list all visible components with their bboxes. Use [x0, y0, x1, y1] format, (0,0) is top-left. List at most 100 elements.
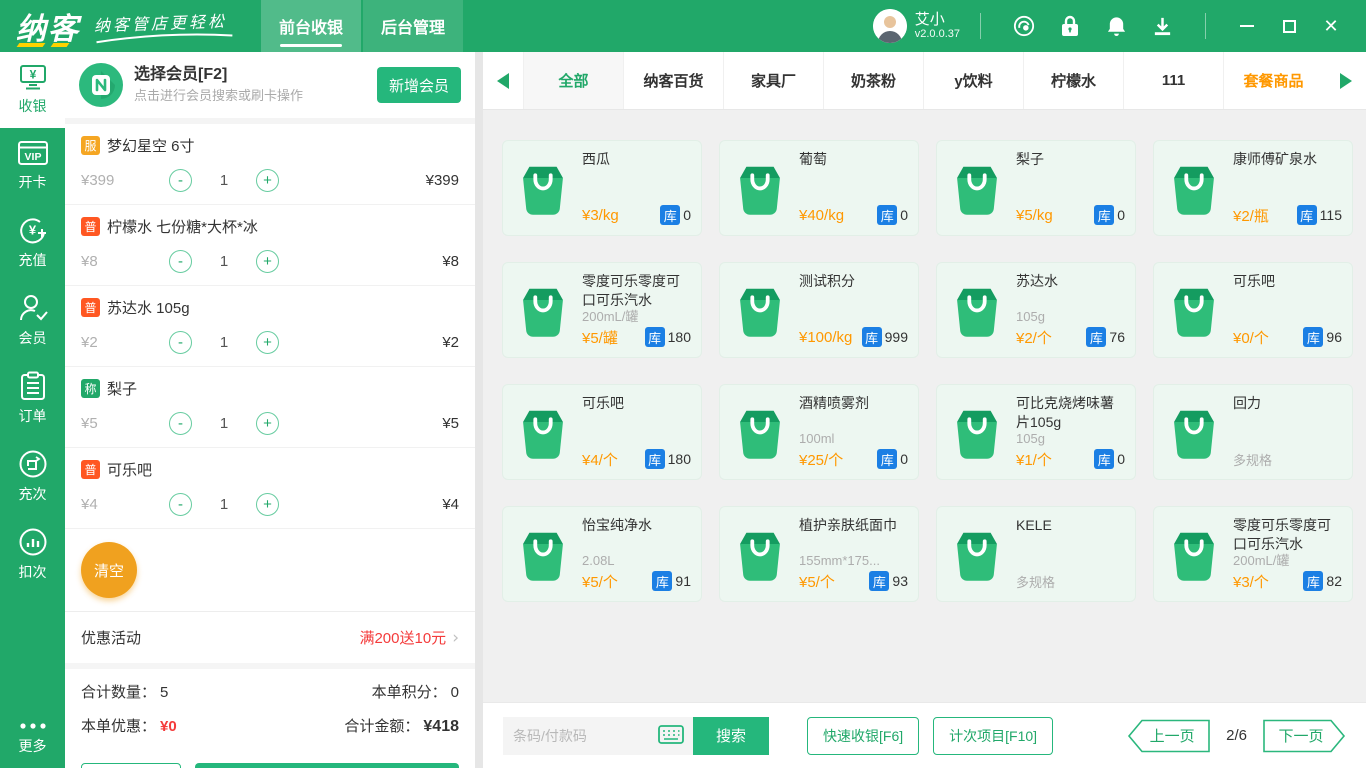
- sidebar-item-label: 会员: [19, 328, 47, 348]
- mode-tabs: 前台收银 后台管理: [261, 0, 465, 52]
- stock-badge-icon: 库: [1297, 205, 1317, 225]
- shopping-bag-icon: [1165, 525, 1223, 583]
- keyboard-icon[interactable]: [658, 725, 684, 747]
- shopping-bag-icon: [948, 525, 1006, 583]
- category-tab[interactable]: 家具厂: [723, 52, 823, 109]
- product-card[interactable]: 苏达水 105g ¥2/个 库 76: [936, 262, 1136, 358]
- qty-plus-button[interactable]: +: [256, 250, 279, 273]
- sidebar-item-recharge[interactable]: ¥ 充值: [0, 204, 65, 282]
- member-select-bar[interactable]: 选择会员[F2] 点击进行会员搜索或刷卡操作 新增会员: [65, 52, 475, 118]
- product-price: ¥25/个: [799, 449, 843, 470]
- category-tab[interactable]: 纳客百货: [623, 52, 723, 109]
- qty-minus-button[interactable]: -: [169, 331, 192, 354]
- category-tab[interactable]: 柠檬水: [1023, 52, 1123, 109]
- qty-plus-button[interactable]: +: [256, 493, 279, 516]
- sidebar-item-open-card[interactable]: VIP 开卡: [0, 128, 65, 204]
- clear-cart-button[interactable]: 清空: [81, 542, 137, 598]
- product-card[interactable]: 可比克烧烤味薯片105g 105g ¥1/个 库 0: [936, 384, 1136, 480]
- stock-count: 115: [1320, 207, 1342, 223]
- product-card[interactable]: 回力 多规格 库: [1153, 384, 1353, 480]
- product-card[interactable]: KELE 多规格 库: [936, 506, 1136, 602]
- product-info: 苏达水 105g ¥2/个 库 76: [1016, 263, 1125, 357]
- close-button[interactable]: ✕: [1318, 13, 1344, 39]
- product-name: 测试积分: [799, 272, 908, 291]
- sidebar-item-cashier[interactable]: ¥ 收银: [0, 52, 65, 128]
- category-tab[interactable]: 奶茶粉: [823, 52, 923, 109]
- product-card[interactable]: 测试积分 ¥100/kg 库 999: [719, 262, 919, 358]
- sidebar-item-member[interactable]: 会员: [0, 282, 65, 360]
- sidebar-item-deduct-times[interactable]: 更多 扣次: [0, 516, 65, 594]
- bell-icon[interactable]: [1105, 15, 1127, 37]
- product-card[interactable]: 零度可乐零度可口可乐汽水 200mL/罐 ¥5/罐 库 180: [502, 262, 702, 358]
- product-card[interactable]: 酒精喷雾剂 100ml ¥25/个 库 0: [719, 384, 919, 480]
- shopping-bag-icon: [1165, 159, 1223, 217]
- avatar[interactable]: [873, 9, 907, 43]
- triangle-right-icon: [1339, 72, 1353, 90]
- sidebar-item-label: 订单: [19, 406, 47, 426]
- product-card[interactable]: 西瓜 ¥3/kg 库 0: [502, 140, 702, 236]
- product-stock: 库 999: [862, 327, 908, 347]
- minimize-button[interactable]: [1234, 13, 1260, 39]
- stock-count: 0: [683, 207, 691, 223]
- download-icon[interactable]: [1151, 15, 1173, 37]
- maximize-button[interactable]: [1276, 13, 1302, 39]
- next-page-button[interactable]: 下一页: [1262, 718, 1346, 754]
- product-card[interactable]: 可乐吧 ¥4/个 库 180: [502, 384, 702, 480]
- search-button[interactable]: 搜索: [693, 717, 769, 755]
- product-spec: 105g: [1016, 430, 1125, 448]
- category-scroll-left-button[interactable]: [483, 52, 523, 109]
- category-tab-combo[interactable]: 套餐商品: [1223, 52, 1323, 109]
- item-price: ¥8: [81, 253, 169, 270]
- product-price: ¥4/个: [582, 449, 618, 470]
- product-name: 康师傅矿泉水: [1233, 150, 1342, 169]
- app-slogan: 纳客管店更轻松: [93, 8, 227, 45]
- tab-front-cashier[interactable]: 前台收银: [261, 0, 361, 52]
- tab-back-management[interactable]: 后台管理: [363, 0, 463, 52]
- qty-minus-button[interactable]: -: [169, 169, 192, 192]
- qty-plus-button[interactable]: +: [256, 169, 279, 192]
- stock-count: 180: [668, 451, 691, 467]
- count-items-button[interactable]: 计次项目[F10]: [933, 717, 1053, 755]
- product-card[interactable]: 怡宝纯净水 2.08L ¥5/个 库 91: [502, 506, 702, 602]
- sidebar-item-refill-times[interactable]: 充次: [0, 438, 65, 516]
- prev-page-button[interactable]: 上一页: [1127, 718, 1211, 754]
- qty-plus-button[interactable]: +: [256, 412, 279, 435]
- category-tab[interactable]: y饮料: [923, 52, 1023, 109]
- category-tab[interactable]: 111: [1123, 52, 1223, 109]
- product-info: KELE 多规格 库: [1016, 507, 1125, 601]
- quick-cashier-button[interactable]: 快速收银[F6]: [807, 717, 919, 755]
- stock-count: 0: [900, 451, 908, 467]
- product-card[interactable]: 可乐吧 ¥0/个 库 96: [1153, 262, 1353, 358]
- qty-minus-button[interactable]: -: [169, 250, 192, 273]
- hold-order-button[interactable]: 挂单[F7]: [81, 763, 181, 768]
- product-price: ¥1/个: [1016, 449, 1052, 470]
- cart-item-list: 服 梦幻星空 6寸 ¥399 - 1 + ¥399 普 柠檬水 七份糖*大杯*冰…: [65, 124, 475, 529]
- product-name: 梨子: [1016, 150, 1125, 169]
- product-name: KELE: [1016, 516, 1125, 535]
- pagination: 上一页 2/6 下一页: [1127, 718, 1346, 754]
- product-card[interactable]: 零度可乐零度可口可乐汽水 200mL/罐 ¥3/个 库 82: [1153, 506, 1353, 602]
- pay-button[interactable]: 实收[F5]： ¥418: [195, 763, 459, 768]
- category-scroll-right-button[interactable]: [1326, 52, 1366, 109]
- product-card[interactable]: 葡萄 ¥40/kg 库 0: [719, 140, 919, 236]
- product-spec: 100ml: [799, 430, 908, 448]
- qty-plus-button[interactable]: +: [256, 331, 279, 354]
- product-name: 可乐吧: [1233, 272, 1342, 291]
- support-icon[interactable]: [1013, 15, 1035, 37]
- order-summary: 合计数量： 5 本单积分： 0 本单优惠： ¥0 合计金额： ¥418: [65, 663, 475, 755]
- barcode-search-input[interactable]: [513, 728, 654, 744]
- product-card[interactable]: 梨子 ¥5/kg 库 0: [936, 140, 1136, 236]
- app-version: v2.0.0.37: [915, 28, 960, 41]
- promo-row[interactable]: 优惠活动 满200送10元 ›: [65, 611, 475, 663]
- product-card[interactable]: 康师傅矿泉水 ¥2/瓶 库 115: [1153, 140, 1353, 236]
- product-info: 西瓜 ¥3/kg 库 0: [582, 141, 691, 235]
- category-tab-all[interactable]: 全部: [523, 52, 623, 109]
- sidebar-item-orders[interactable]: 订单: [0, 360, 65, 438]
- sidebar-item-more[interactable]: 更多: [0, 710, 65, 768]
- product-card[interactable]: 植护亲肤纸面巾 155mm*175... ¥5/个 库 93: [719, 506, 919, 602]
- lock-icon[interactable]: [1059, 15, 1081, 37]
- qty-minus-button[interactable]: -: [169, 493, 192, 516]
- qty-minus-button[interactable]: -: [169, 412, 192, 435]
- catalog-panel: 全部 纳客百货 家具厂 奶茶粉 y饮料 柠檬水 111 套餐商品 西瓜 ¥3/k…: [483, 52, 1366, 768]
- add-member-button[interactable]: 新增会员: [377, 67, 461, 103]
